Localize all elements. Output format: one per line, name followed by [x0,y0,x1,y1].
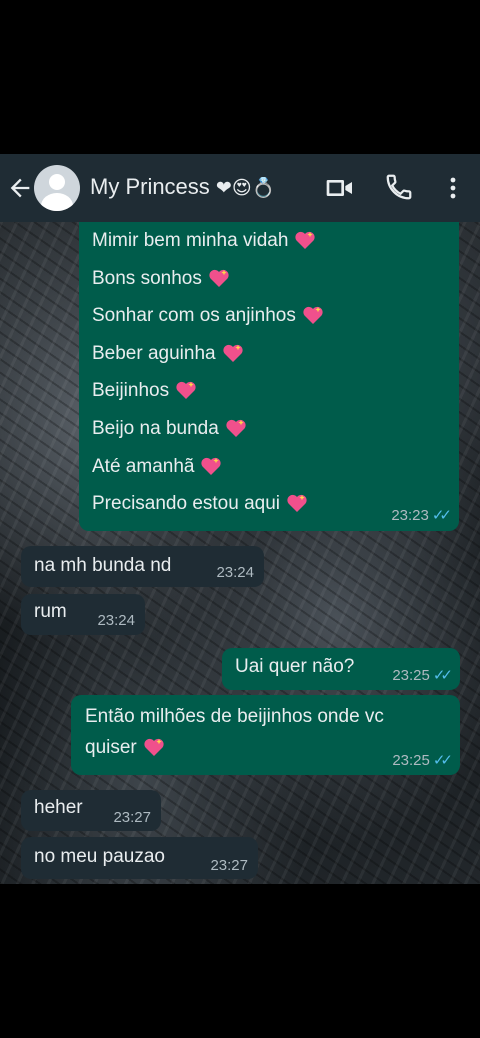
message-time: 23:24 [97,612,135,629]
arrow-left-icon[interactable] [6,174,34,202]
message-time: 23:25 [392,752,430,769]
sparkling-heart-icon [222,339,244,362]
message-time: 23:23 [391,507,429,524]
message-time: 23:25 [392,667,430,684]
message-text: na mh bunda nd [34,555,172,576]
message-text: rum [34,601,67,622]
message-line: Beijinhos [92,380,170,402]
sparkling-heart-icon [143,736,165,756]
incoming-message[interactable]: na mh bunda nd 23:24 [21,546,264,587]
outgoing-message[interactable]: Mimir bem minha vidah Bons sonhos Sonhar… [79,214,459,531]
message-text: Uai quer não? [235,656,355,677]
double-check-icon: ✓✓ [432,667,453,684]
avatar[interactable] [34,165,80,211]
sparkling-heart-icon [302,301,324,325]
sparkling-heart-icon [200,452,222,475]
message-text: heher [34,797,83,818]
message-time: 23:27 [210,857,248,874]
video-call-icon[interactable] [324,172,356,204]
message-line: quiser [85,737,137,758]
contact-name: My Princess [90,174,210,199]
message-line: Bons sonhos [92,267,202,289]
incoming-message[interactable]: heher 23:27 [21,790,161,831]
message-line: Então milhões de beijinhos onde vc [85,706,384,727]
sparkling-heart-icon [175,376,197,400]
contact-title[interactable]: My Princess ❤😍💍 [90,173,275,203]
double-check-icon: ✓✓ [431,507,452,524]
outgoing-message[interactable]: Uai quer não? 23:25 ✓✓ [222,648,460,690]
message-line: Mimir bem minha vidah [92,230,289,251]
message-time: 23:27 [113,809,151,826]
double-check-icon: ✓✓ [432,752,453,769]
more-vertical-icon[interactable] [437,172,469,204]
incoming-message[interactable]: rum 23:24 [21,594,145,635]
message-text: no meu pauzao [34,846,165,867]
message-time: 23:24 [216,564,254,581]
sparkling-heart-icon [286,489,308,513]
sparkling-heart-icon [208,264,230,287]
message-line: Precisando estou aqui [92,493,281,515]
outgoing-message[interactable]: Então milhões de beijinhos onde vc quise… [71,695,460,775]
message-line: Sonhar com os anjinhos [92,305,296,327]
chat-screen: My Princess ❤😍💍 Mimir bem minha vidah Bo… [0,154,480,884]
phone-icon[interactable] [384,172,416,204]
sparkling-heart-icon [225,414,247,437]
message-line: Beijo na bunda [92,417,219,439]
chat-header: My Princess ❤😍💍 [0,154,480,222]
contact-name-emojis: ❤😍💍 [215,178,276,199]
incoming-message[interactable]: no meu pauzao 23:27 [21,837,258,879]
sparkling-heart-icon [294,226,316,249]
message-line: Até amanhã [92,455,195,477]
message-line: Beber aguinha [92,342,216,364]
